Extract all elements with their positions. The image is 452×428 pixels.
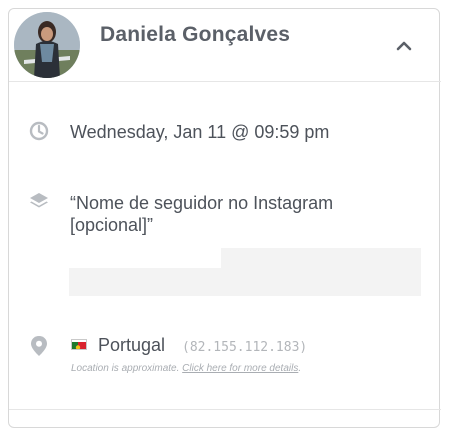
location-note-period: .	[298, 363, 302, 374]
submission-datetime: Wednesday, Jan 11 @ 09:59 pm	[70, 122, 330, 142]
card-header[interactable]: Daniela Gonçalves	[9, 9, 441, 82]
answer-redaction-mask	[69, 248, 221, 268]
map-pin-icon	[29, 335, 49, 357]
clock-icon	[29, 121, 49, 143]
location-note: Location is approximate. Click here for …	[71, 363, 301, 374]
submission-card: Daniela Gonçalves Wednesday, Jan 11 @ 09…	[8, 8, 441, 428]
location-details-link[interactable]: Click here for more details	[182, 363, 298, 374]
portugal-flag-icon	[71, 339, 87, 350]
avatar	[14, 12, 80, 78]
country-name: Portugal	[98, 335, 166, 355]
answer-value-redacted	[69, 248, 421, 296]
ip-address: (82.155.112.183)	[182, 340, 308, 355]
question-prompt: “Nome de seguidor no Instagram [opcional…	[70, 193, 334, 235]
user-name: Daniela Gonçalves	[100, 23, 291, 46]
chevron-up-icon[interactable]	[395, 37, 413, 55]
layers-icon	[29, 191, 49, 213]
location-note-text: Location is approximate.	[71, 363, 183, 374]
divider	[9, 409, 441, 410]
